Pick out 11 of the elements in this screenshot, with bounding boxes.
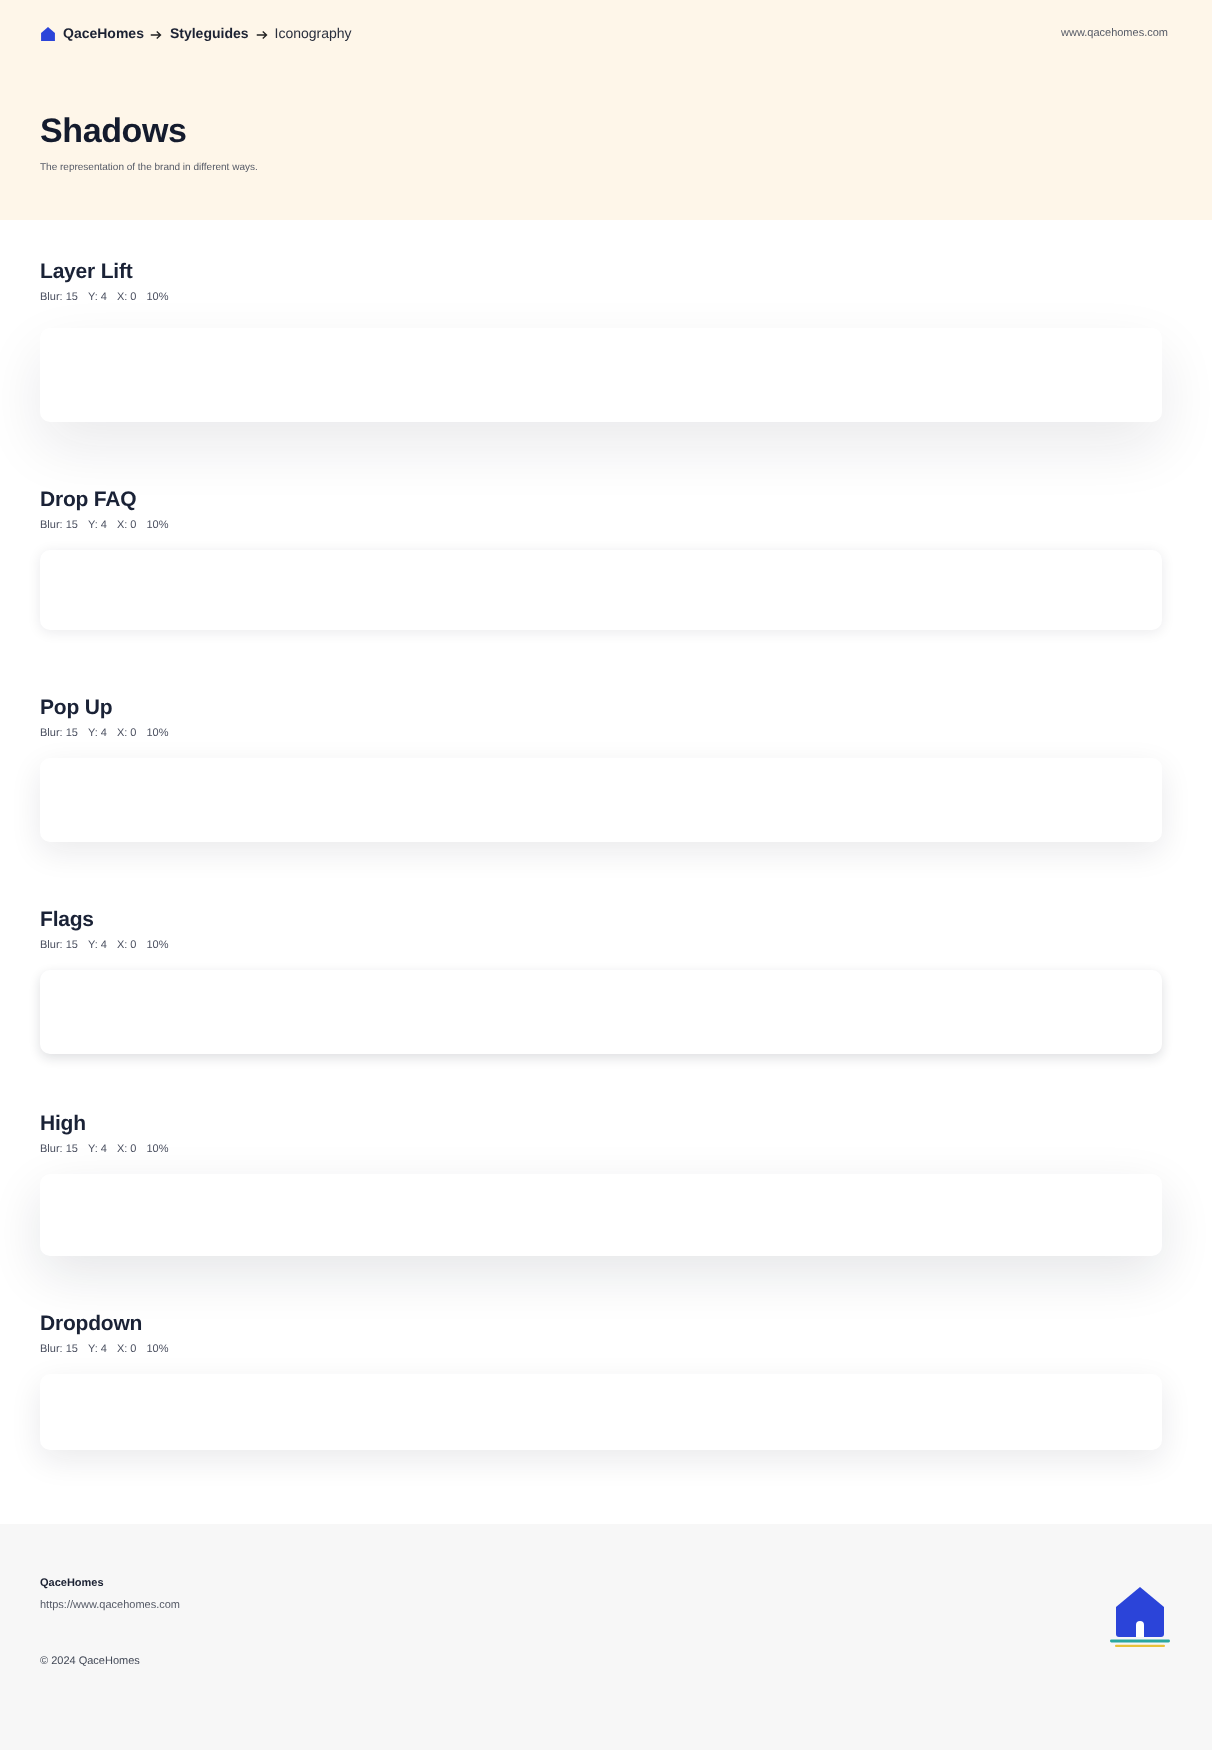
shadow-title: Layer Lift	[40, 258, 135, 286]
shadow-title: Pop Up	[40, 694, 115, 722]
arrow-right-icon	[150, 29, 163, 39]
shadow-title: High	[40, 1110, 88, 1138]
page-title: Shadows	[40, 112, 189, 152]
home-icon[interactable]	[40, 26, 56, 42]
arrow-right-icon	[255, 29, 268, 39]
shadow-title: Dropdown	[40, 1310, 145, 1338]
house-logo-icon	[1110, 1586, 1170, 1648]
shadow-title: Drop FAQ	[40, 486, 139, 514]
shadow-title: Flags	[40, 906, 96, 934]
